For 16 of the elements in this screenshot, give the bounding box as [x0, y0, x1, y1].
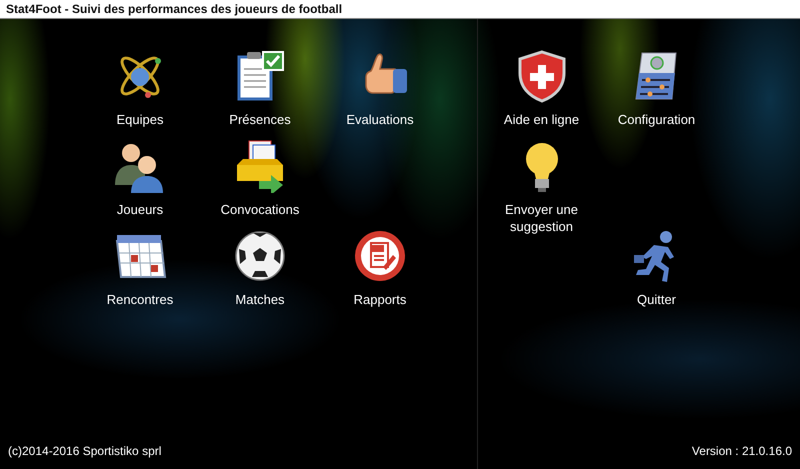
menu-tile[interactable]: Aide en ligne	[484, 49, 599, 137]
menu-tile[interactable]: Joueurs	[80, 139, 200, 227]
menu-tile[interactable]: Evaluations	[320, 49, 440, 137]
menu-tile[interactable]: Convocations	[200, 139, 320, 227]
menu-tile[interactable]: Matches	[200, 229, 320, 317]
menu-tile[interactable]: Envoyer une suggestion	[484, 139, 599, 235]
soccer-ball-icon	[233, 229, 287, 283]
menu-tile[interactable]: Rapports	[320, 229, 440, 317]
copyright-text: (c)2014-2016 Sportistiko sprl	[8, 443, 162, 460]
version-text: Version : 21.0.16.0	[692, 443, 792, 460]
menu-tile[interactable]: Equipes	[80, 49, 200, 137]
menu-tile[interactable]: Quitter	[599, 229, 714, 317]
menu-tile[interactable]: Rencontres	[80, 229, 200, 317]
pdf-document-icon	[353, 229, 407, 283]
menu-tile[interactable]: Présences	[200, 49, 320, 137]
menu-tile[interactable]: Configuration	[599, 49, 714, 137]
